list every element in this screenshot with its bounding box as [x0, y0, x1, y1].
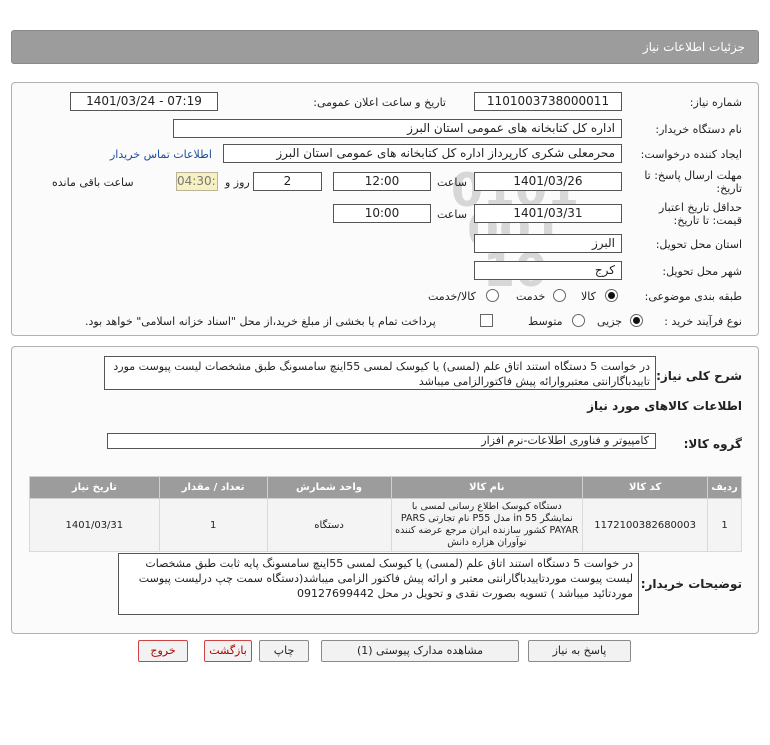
buyer-org-field: اداره کل کتابخانه های عمومی استان البرز: [173, 119, 622, 138]
goods-section-title: اطلاعات کالاهای مورد نیاز: [587, 399, 742, 413]
days-remaining-field: 2: [253, 172, 322, 191]
description-text: در خواست 5 دستگاه استند اتاق علم (لمسی) …: [104, 356, 656, 390]
delivery-city-label: شهر محل تحویل:: [662, 265, 742, 278]
description-label: شرح کلی نیاز:: [656, 369, 742, 383]
price-validity-label: حداقل تاریخ اعتبار: [658, 201, 742, 214]
reply-deadline-label-2: تاریخ:: [716, 182, 742, 195]
attachments-button[interactable]: مشاهده مدارک پیوستی (1): [321, 640, 519, 662]
reply-time-label: ساعت: [437, 176, 467, 189]
price-validity-time-label: ساعت: [437, 208, 467, 221]
announce-datetime-field: 1401/03/24 - 07:19: [70, 92, 218, 111]
cell-row: 1: [707, 498, 742, 552]
cell-qty: 1: [158, 498, 268, 552]
need-number-field: 1101003738000011: [474, 92, 622, 111]
category-option-goods: کالا: [581, 290, 596, 303]
process-radio-medium[interactable]: [572, 314, 585, 327]
col-qty: تعداد / مقدار: [158, 476, 268, 499]
need-number-label: شماره نیاز:: [689, 96, 742, 109]
cell-code: 1172100382680003: [582, 498, 709, 552]
treasury-bonds-checkbox[interactable]: [480, 314, 493, 327]
process-option-medium: متوسط: [528, 315, 563, 328]
table-row: 1401/03/31 1 دستگاه دستگاه کیوسک اطلاع ر…: [29, 498, 742, 552]
print-button[interactable]: چاپ: [259, 640, 309, 662]
announce-datetime-label: تاریخ و ساعت اعلان عمومی:: [313, 96, 446, 109]
delivery-province-field: البرز: [474, 234, 622, 253]
time-remaining-label: ساعت باقی مانده: [52, 176, 134, 189]
col-name: نام کالا: [390, 476, 584, 499]
reply-button[interactable]: پاسخ به نیاز: [528, 640, 631, 662]
cell-name: دستگاه کیوسک اطلاع رسانی لمسی با نمایشگر…: [390, 498, 584, 552]
days-label: روز و: [225, 176, 250, 189]
buyer-org-label: نام دستگاه خریدار:: [655, 123, 742, 136]
page-title: جزئیات اطلاعات نیاز: [642, 40, 745, 54]
process-option-minor: جزیی: [597, 315, 623, 328]
requester-field: محرمعلی شکری کارپرداز اداره کل کتابخانه …: [223, 144, 622, 163]
category-radio-service[interactable]: [553, 289, 566, 302]
delivery-city-field: کرج: [474, 261, 622, 280]
col-row: ردیف: [707, 476, 742, 499]
time-remaining-field: 04:30:15: [176, 172, 218, 191]
category-label: طبقه بندی موضوعی:: [644, 290, 742, 303]
purchase-process-label: نوع فرآیند خرید :: [664, 315, 742, 328]
category-radio-goods-service[interactable]: [486, 289, 499, 302]
goods-table-header: تاریخ نیاز تعداد / مقدار واحد شمارش نام …: [29, 476, 742, 499]
reply-deadline-date-field: 1401/03/26: [474, 172, 622, 191]
col-date: تاریخ نیاز: [29, 476, 160, 499]
buyer-notes-text: در خواست 5 دستگاه استند اتاق علم (لمسی) …: [118, 553, 639, 615]
category-option-goods-service: کالا/خدمت: [428, 290, 476, 303]
goods-group-field: کامپیوتر و فناوری اطلاعات-نرم افزار: [107, 433, 656, 449]
process-radio-minor[interactable]: [630, 314, 643, 327]
col-code: کد کالا: [582, 476, 709, 499]
reply-deadline-label: مهلت ارسال پاسخ: تا: [644, 169, 742, 182]
goods-table: تاریخ نیاز تعداد / مقدار واحد شمارش نام …: [29, 476, 742, 552]
exit-button[interactable]: خروج: [138, 640, 188, 662]
delivery-province-label: استان محل تحویل:: [655, 238, 742, 251]
buyer-notes-label: توضیحات خریدار:: [640, 577, 742, 591]
category-radio-goods[interactable]: [605, 289, 618, 302]
col-unit: واحد شمارش: [266, 476, 392, 499]
cell-unit: دستگاه: [266, 498, 392, 552]
buyer-contact-link[interactable]: اطلاعات تماس خریدار: [110, 148, 212, 161]
page-header: جزئیات اطلاعات نیاز: [11, 30, 759, 64]
price-validity-time-field: 10:00: [333, 204, 431, 223]
treasury-bonds-note: پرداخت تمام یا بخشی از مبلغ خرید،از محل …: [85, 315, 436, 328]
goods-group-label: گروه کالا:: [683, 437, 742, 451]
requester-label: ایجاد کننده درخواست:: [640, 148, 742, 161]
category-option-service: خدمت: [516, 290, 546, 303]
cell-date: 1401/03/31: [29, 498, 160, 552]
back-button[interactable]: بازگشت: [204, 640, 252, 662]
reply-time-field: 12:00: [333, 172, 431, 191]
price-validity-date-field: 1401/03/31: [474, 204, 622, 223]
price-validity-label-2: قیمت: تا تاریخ:: [673, 214, 742, 227]
